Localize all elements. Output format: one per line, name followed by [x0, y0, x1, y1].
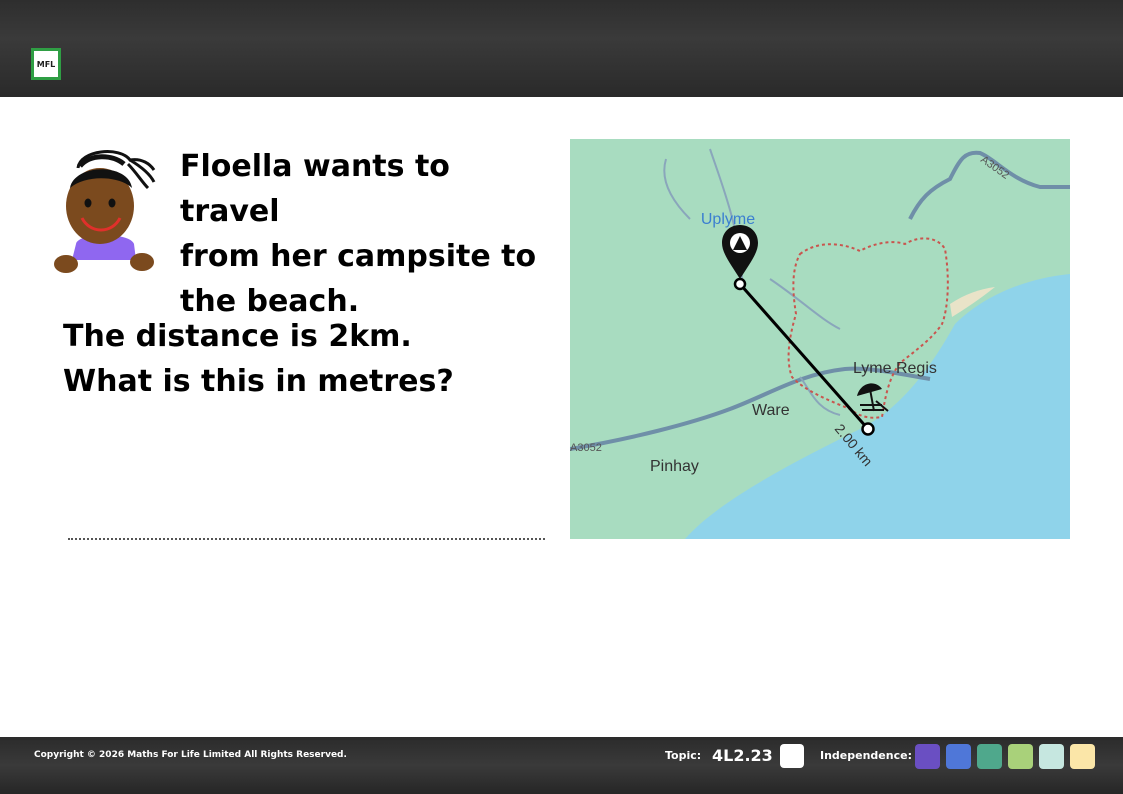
logo-text: MFL: [36, 59, 56, 69]
prompt-line-1: The distance is 2km.: [63, 319, 412, 354]
map-start-point: [733, 277, 747, 291]
map-road-label-left: A3052: [570, 442, 602, 454]
map-label-uplyme: Uplyme: [701, 211, 755, 228]
independence-level-5[interactable]: [1039, 744, 1064, 769]
question-line-1: Floella wants to travel: [180, 149, 450, 229]
copyright-text: Copyright © 2026 Maths For Life Limited …: [34, 750, 347, 760]
independence-level-4[interactable]: [1008, 744, 1033, 769]
map-label-lyme-regis: Lyme Regis: [853, 360, 937, 377]
header-bar: MFL: [0, 0, 1123, 97]
mfl-logo: MFL: [31, 48, 61, 80]
footer-bar: Copyright © 2026 Maths For Life Limited …: [0, 737, 1123, 794]
prompt-line-2: What is this in metres?: [63, 364, 454, 399]
independence-level-2[interactable]: [946, 744, 971, 769]
topic-checkbox[interactable]: [780, 744, 804, 768]
map-image: Uplyme Lyme Regis Ware Pinhay A3052 A305…: [570, 139, 1070, 539]
prompt-text: The distance is 2km. What is this in met…: [63, 314, 543, 404]
independence-level-3[interactable]: [977, 744, 1002, 769]
topic-code: 4L2.23: [712, 746, 773, 765]
question-line-2: from her campsite to: [180, 239, 537, 274]
independence-level-6[interactable]: [1070, 744, 1095, 769]
map-end-point: [861, 422, 875, 436]
independence-label: Independence:: [820, 749, 912, 762]
independence-level-1[interactable]: [915, 744, 940, 769]
topic-label: Topic:: [665, 749, 702, 762]
answer-line[interactable]: [68, 538, 545, 540]
map-label-pinhay: Pinhay: [650, 458, 699, 475]
question-text: Floella wants to travel from her campsit…: [180, 144, 550, 324]
independence-swatches: [915, 744, 1095, 769]
map-label-ware: Ware: [752, 402, 790, 419]
floella-character-icon: [54, 150, 156, 273]
